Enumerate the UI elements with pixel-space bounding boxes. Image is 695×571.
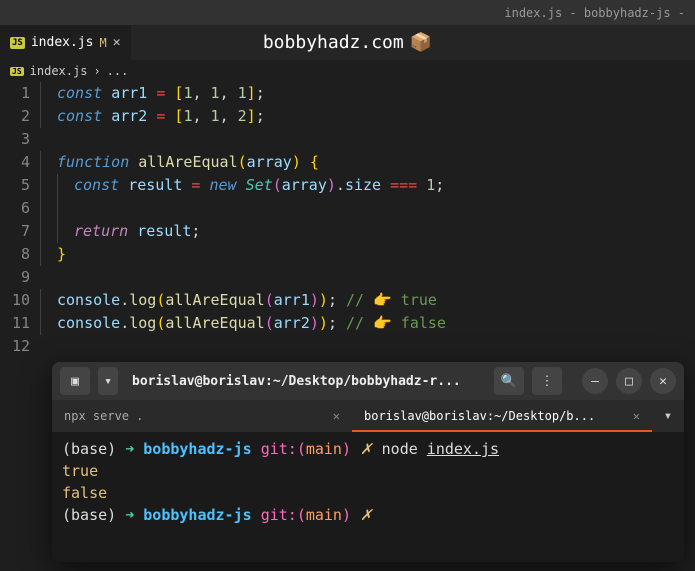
code-line: console.log(allAreEqual(arr2)); // 👉️ fa… — [40, 312, 695, 335]
code-line: const result = new Set(array).size === 1… — [40, 174, 695, 197]
menu-icon: ⋮ — [541, 374, 554, 389]
terminal-line: (base) ➜ bobbyhadz-js git:(main) ✗ node … — [62, 438, 674, 460]
terminal-window: ▣ ▾ borislav@borislav:~/Desktop/bobbyhad… — [52, 362, 684, 562]
close-icon[interactable]: ✕ — [113, 35, 121, 50]
line-number: 8 — [0, 243, 30, 266]
search-button[interactable]: 🔍 — [494, 367, 524, 395]
code-line — [40, 335, 695, 358]
code-area[interactable]: const arr1 = [1, 1, 1]; const arr2 = [1,… — [40, 82, 695, 358]
code-line: const arr1 = [1, 1, 1]; — [40, 82, 695, 105]
chevron-down-icon: ▾ — [664, 408, 672, 424]
line-number: 11 — [0, 312, 30, 335]
close-icon[interactable]: ✕ — [325, 409, 340, 423]
terminal-tab-label: borislav@borislav:~/Desktop/b... — [364, 409, 625, 423]
terminal-tab-bar: npx serve . ✕ borislav@borislav:~/Deskto… — [52, 400, 684, 432]
code-line: return result; — [40, 220, 695, 243]
new-tab-icon: ▣ — [71, 374, 79, 389]
breadcrumb-file[interactable]: index.js — [30, 64, 88, 78]
line-number: 10 — [0, 289, 30, 312]
close-button[interactable]: ✕ — [650, 368, 676, 394]
new-tab-dropdown[interactable]: ▾ — [98, 367, 118, 395]
watermark-text: bobbyhadz.com — [263, 32, 404, 53]
chevron-down-icon: ▾ — [104, 374, 112, 389]
line-number: 9 — [0, 266, 30, 289]
line-gutter: 1 2 3 4 5 6 7 8 9 10 11 12 — [0, 82, 40, 358]
line-number: 1 — [0, 82, 30, 105]
code-line: console.log(allAreEqual(arr1)); // 👉️ tr… — [40, 289, 695, 312]
code-line: function allAreEqual(array) { — [40, 151, 695, 174]
line-number: 12 — [0, 335, 30, 358]
line-number: 2 — [0, 105, 30, 128]
tab-filename: index.js — [31, 35, 94, 50]
line-number: 3 — [0, 128, 30, 151]
terminal-title-bar[interactable]: ▣ ▾ borislav@borislav:~/Desktop/bobbyhad… — [52, 362, 684, 400]
menu-button[interactable]: ⋮ — [532, 367, 562, 395]
box-icon: 📦 — [410, 32, 432, 53]
new-tab-button[interactable]: ▣ — [60, 367, 90, 395]
js-file-icon: JS — [10, 67, 24, 76]
code-line — [40, 197, 695, 220]
watermark: bobbyhadz.com 📦 — [263, 32, 432, 53]
code-line — [40, 128, 695, 151]
search-icon: 🔍 — [501, 374, 517, 389]
breadcrumb-more[interactable]: ... — [107, 64, 129, 78]
editor-tab-bar: JS index.js M ✕ bobbyhadz.com 📦 — [0, 25, 695, 60]
code-line: const arr2 = [1, 1, 2]; — [40, 105, 695, 128]
terminal-tab-dropdown[interactable]: ▾ — [652, 400, 684, 432]
window-title: index.js - bobbyhadz-js - — [504, 6, 685, 20]
terminal-line: true — [62, 460, 674, 482]
terminal-tab-label: npx serve . — [64, 409, 325, 423]
line-number: 7 — [0, 220, 30, 243]
chevron-right-icon: › — [93, 64, 100, 78]
terminal-tab-shell[interactable]: borislav@borislav:~/Desktop/b... ✕ — [352, 400, 652, 432]
maximize-icon: □ — [625, 374, 633, 389]
line-number: 4 — [0, 151, 30, 174]
terminal-title: borislav@borislav:~/Desktop/bobbyhadz-r.… — [126, 374, 486, 389]
terminal-line: (base) ➜ bobbyhadz-js git:(main) ✗ — [62, 504, 674, 526]
terminal-line: false — [62, 482, 674, 504]
modified-indicator: M — [99, 36, 106, 50]
code-line: } — [40, 243, 695, 266]
line-number: 6 — [0, 197, 30, 220]
editor-tab-indexjs[interactable]: JS index.js M ✕ — [0, 25, 131, 60]
code-line — [40, 266, 695, 289]
minimize-icon: – — [591, 374, 599, 389]
close-icon: ✕ — [659, 374, 667, 389]
js-file-icon: JS — [10, 37, 25, 49]
breadcrumb[interactable]: JS index.js › ... — [0, 60, 695, 82]
vscode-title-bar: index.js - bobbyhadz-js - — [0, 0, 695, 25]
terminal-tab-serve[interactable]: npx serve . ✕ — [52, 400, 352, 432]
maximize-button[interactable]: □ — [616, 368, 642, 394]
close-icon[interactable]: ✕ — [625, 409, 640, 423]
line-number: 5 — [0, 174, 30, 197]
editor: 1 2 3 4 5 6 7 8 9 10 11 12 const arr1 = … — [0, 82, 695, 358]
minimize-button[interactable]: – — [582, 368, 608, 394]
terminal-body[interactable]: (base) ➜ bobbyhadz-js git:(main) ✗ node … — [52, 432, 684, 562]
